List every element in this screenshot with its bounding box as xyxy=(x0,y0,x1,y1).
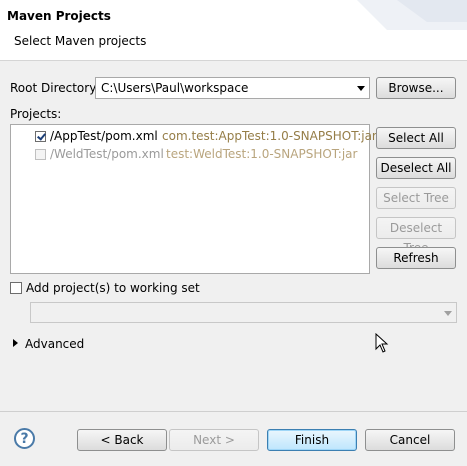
select-tree-button: Select Tree xyxy=(376,187,456,209)
banner-decoration xyxy=(357,0,467,30)
projects-list[interactable]: /AppTest/pom.xml com.test:AppTest:1.0-SN… xyxy=(10,124,377,274)
cancel-button[interactable]: Cancel xyxy=(365,429,455,451)
working-set-label[interactable]: Add project(s) to working set xyxy=(26,281,200,295)
dropdown-arrow-icon xyxy=(444,311,452,316)
finish-button[interactable]: Finish xyxy=(267,429,357,451)
root-directory-combo[interactable]: C:\Users\Paul\workspace xyxy=(95,77,370,99)
dropdown-arrow-icon[interactable] xyxy=(357,86,365,91)
project-path: /WeldTest/pom.xml xyxy=(50,147,164,161)
project-checkbox-apptest[interactable] xyxy=(35,131,46,142)
root-directory-label: Root Directory: xyxy=(10,81,100,95)
advanced-section-toggle[interactable]: Advanced xyxy=(25,337,84,351)
deselect-tree-button: Deselect Tree xyxy=(376,217,456,255)
projects-label: Projects: xyxy=(10,107,62,121)
root-directory-value: C:\Users\Paul\workspace xyxy=(101,81,249,95)
project-row-weldtest: /WeldTest/pom.xml test:WeldTest:1.0-SNAP… xyxy=(35,147,365,163)
footer-separator xyxy=(0,411,467,412)
project-artifact: test:WeldTest:1.0-SNAPSHOT:jar xyxy=(166,147,358,161)
refresh-button[interactable]: Refresh xyxy=(376,247,456,269)
next-button: Next > xyxy=(169,429,259,451)
back-button[interactable]: < Back xyxy=(77,429,167,451)
project-artifact: com.test:AppTest:1.0-SNAPSHOT:jar xyxy=(162,129,377,143)
select-all-button[interactable]: Select All xyxy=(376,127,456,149)
browse-button[interactable]: Browse... xyxy=(376,77,456,99)
deselect-all-button[interactable]: Deselect All xyxy=(376,157,456,179)
working-set-combo xyxy=(30,302,457,323)
wizard-header: Maven Projects Select Maven projects xyxy=(0,0,467,61)
help-icon[interactable]: ? xyxy=(14,428,35,449)
mouse-cursor-icon xyxy=(375,333,389,353)
page-subtitle: Select Maven projects xyxy=(14,34,147,48)
project-path: /AppTest/pom.xml xyxy=(50,129,158,143)
page-title: Maven Projects xyxy=(7,9,111,23)
project-checkbox-weldtest xyxy=(35,149,46,160)
project-row-apptest[interactable]: /AppTest/pom.xml com.test:AppTest:1.0-SN… xyxy=(35,129,377,145)
expand-triangle-icon[interactable] xyxy=(13,339,18,347)
working-set-checkbox[interactable] xyxy=(10,282,22,294)
